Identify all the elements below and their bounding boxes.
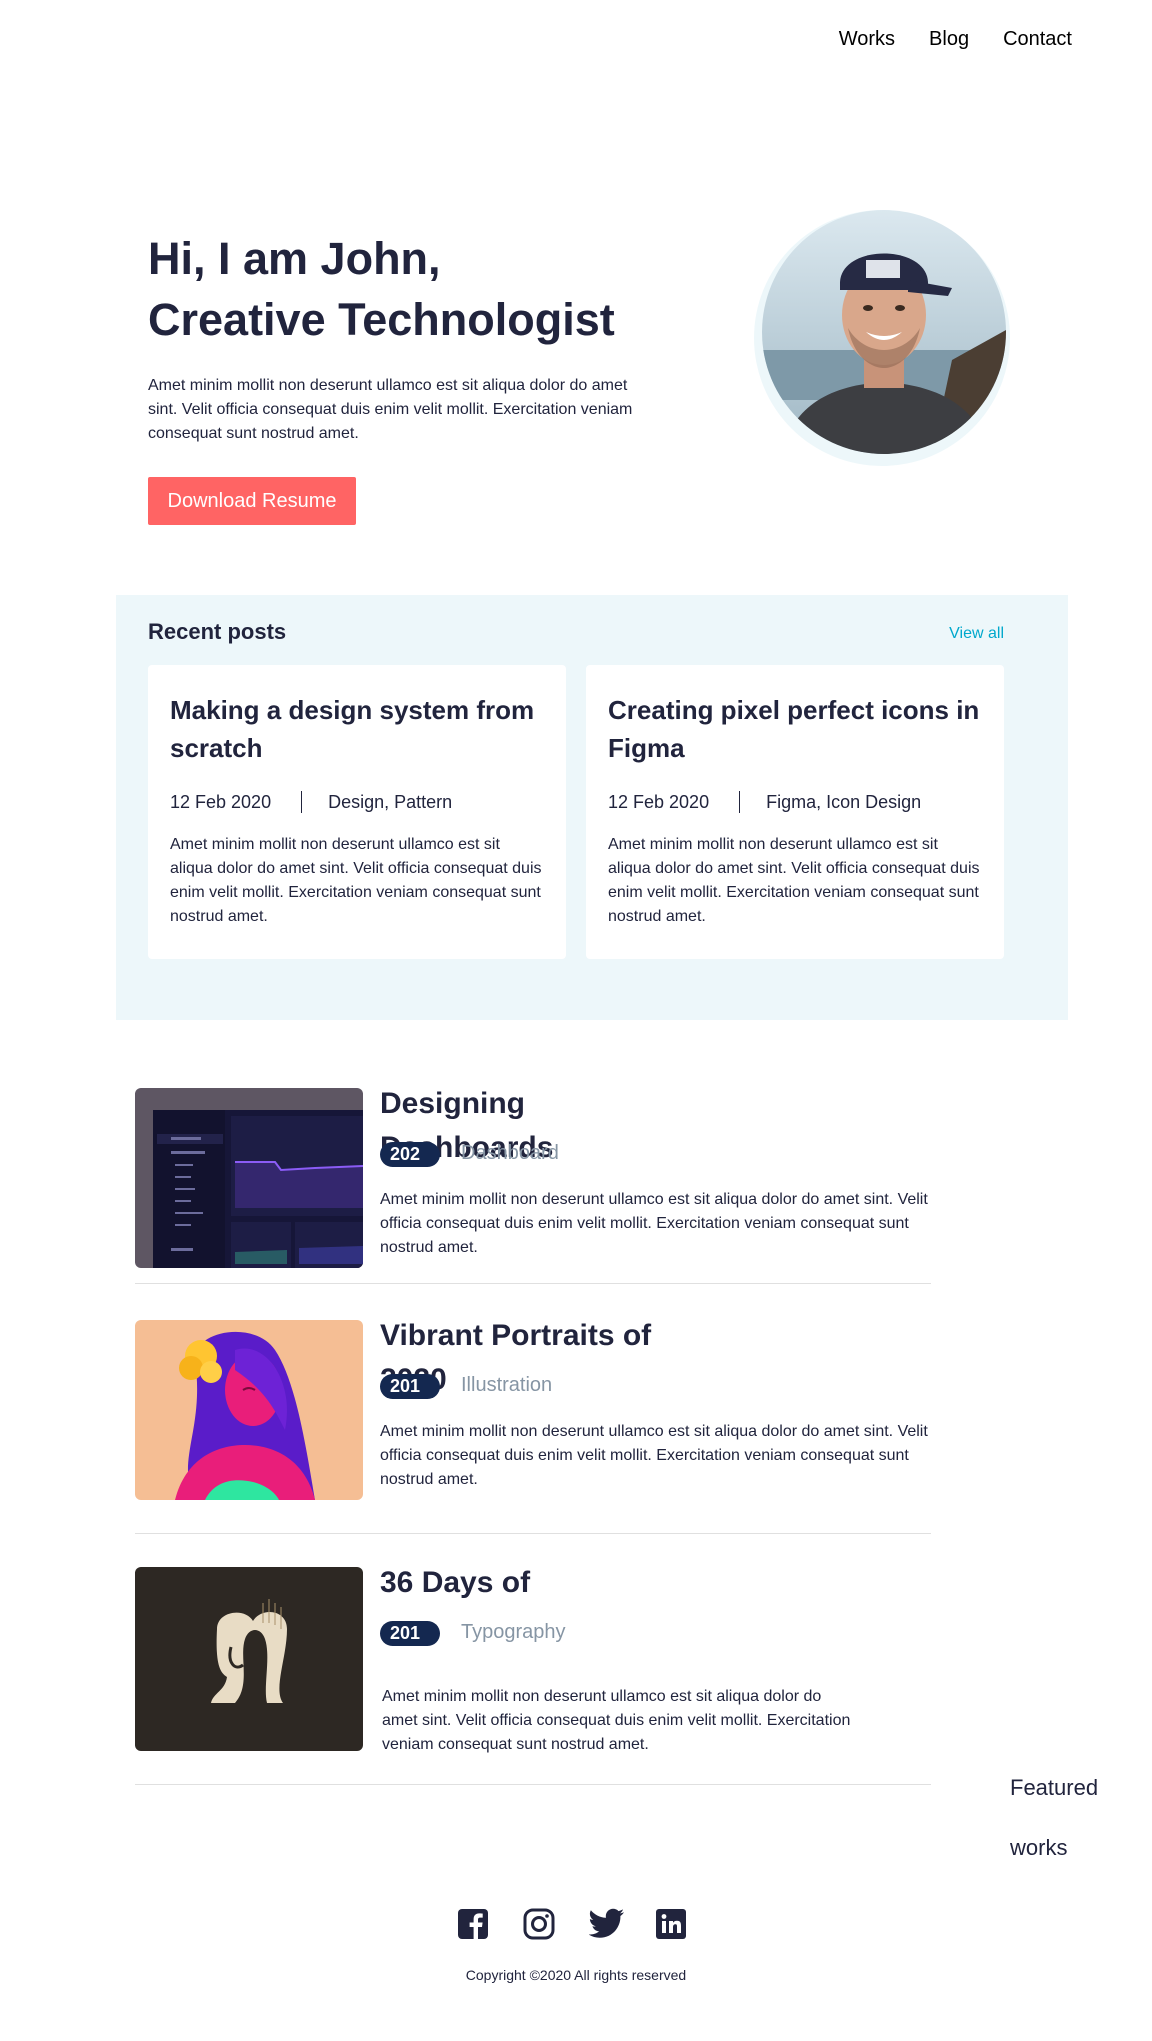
work-description: Amet minim mollit non deserunt ullamco e… [380,1423,928,1488]
dashboard-thumbnail[interactable] [135,1088,363,1268]
nav-blog[interactable]: Blog [929,28,969,51]
post-meta: 12 Feb 2020 Design, Pattern [170,791,544,813]
work-year-badge: 201 [380,1374,440,1399]
avatar-backdrop [754,210,1010,466]
work-item[interactable]: 36 Days of Malayalam t 201 Typography Am… [135,1566,931,1785]
post-title[interactable]: Creating pixel perfect icons in Figma [608,691,982,767]
portrait-thumbnail[interactable] [135,1320,363,1500]
nav-contact[interactable]: Contact [1003,28,1072,51]
top-nav: Works Blog Contact [839,28,1072,51]
hero-title: Hi, I am John, Creative Technologist [148,228,768,350]
download-resume-button[interactable]: Download Resume [148,477,356,525]
linkedin-icon[interactable] [655,1908,687,1940]
work-item[interactable]: Vibrant Portraits of 2020 201 Illustrati… [135,1319,931,1534]
work-year-badge: 202 [380,1142,440,1167]
work-item[interactable]: Designing Dashboards 202 Dashboard Amet … [135,1087,931,1284]
featured-line1: Featured [1010,1775,1099,1800]
post-tags: Figma, Icon Design [766,791,922,812]
featured-works-heading: Featured works [1010,1758,1098,1878]
hero-title-line1: Hi, I am John, [148,233,441,284]
post-card[interactable]: Creating pixel perfect icons in Figma 12… [586,665,1004,959]
social-links [457,1908,687,1940]
nav-works[interactable]: Works [839,28,895,51]
work-title[interactable]: 36 Days of Malayalam t [380,1561,670,1605]
post-excerpt: Amet minim mollit non deserunt ullamco e… [170,836,542,925]
work-category: Typography [461,1621,566,1643]
recent-posts-section: Recent posts View all Making a design sy… [116,595,1068,1020]
facebook-icon[interactable] [457,1908,489,1940]
post-excerpt: Amet minim mollit non deserunt ullamco e… [608,836,980,925]
work-description: Amet minim mollit non deserunt ullamco e… [380,1191,928,1256]
work-year-badge: 201 [380,1621,440,1646]
post-date: 12 Feb 2020 [170,791,272,812]
post-card[interactable]: Making a design system from scratch 12 F… [148,665,566,959]
work-category: Dashboard [461,1142,559,1164]
featured-line2: works [1010,1835,1068,1860]
twitter-icon[interactable] [588,1908,624,1940]
copyright-text: Copyright ©2020 All rights reserved [465,1967,687,1983]
meta-divider [739,791,741,813]
recent-posts-heading: Recent posts [148,619,287,644]
work-category: Illustration [461,1374,553,1396]
view-all-link[interactable]: View all [949,625,1004,643]
post-meta: 12 Feb 2020 Figma, Icon Design [608,791,982,813]
hero-title-line2: Creative Technologist [148,294,615,345]
avatar [762,210,1006,454]
post-date: 12 Feb 2020 [608,791,710,812]
meta-divider [301,791,303,813]
typography-thumbnail[interactable] [135,1567,363,1751]
work-description: Amet minim mollit non deserunt ullamco e… [382,1688,851,1753]
post-tags: Design, Pattern [328,791,453,812]
post-title[interactable]: Making a design system from scratch [170,691,544,767]
hero-description: Amet minim mollit non deserunt ullamco e… [148,377,633,442]
instagram-icon[interactable] [523,1908,555,1940]
